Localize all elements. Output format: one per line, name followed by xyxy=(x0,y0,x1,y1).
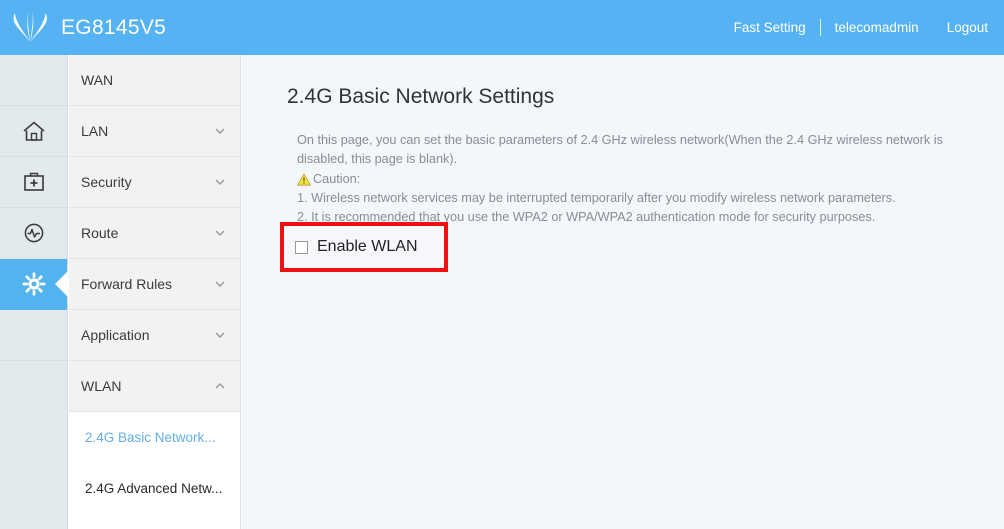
logout-link[interactable]: Logout xyxy=(947,20,988,35)
sidebar-item-wlan[interactable]: WLAN xyxy=(69,361,240,412)
rail-item-toolbox[interactable] xyxy=(0,157,67,208)
warning-triangle-icon xyxy=(297,173,311,186)
page-header: EG8145V5 Fast Setting telecomadmin Logou… xyxy=(0,0,1004,55)
header-separator xyxy=(819,19,821,36)
enable-wlan-label: Enable WLAN xyxy=(317,238,418,255)
header-actions: Fast Setting telecomadmin Logout xyxy=(734,0,988,55)
sidebar-item-forward-rules[interactable]: Forward Rules xyxy=(69,259,240,310)
sidebar-item-wan[interactable]: WAN xyxy=(69,55,240,106)
caution-item-1: 1. Wireless network services may be inte… xyxy=(297,191,896,205)
chevron-down-icon xyxy=(214,125,226,137)
pulse-circle-icon xyxy=(24,223,43,243)
enable-wlan-checkbox[interactable] xyxy=(295,240,308,254)
rail-item-settings[interactable] xyxy=(0,259,68,310)
rail-item-home[interactable] xyxy=(0,106,67,157)
wlan-submenu: 2.4G Basic Network... 2.4G Advanced Netw… xyxy=(69,412,240,514)
chevron-down-icon xyxy=(214,176,226,188)
sidebar-item-lan[interactable]: LAN xyxy=(69,106,240,157)
caution-label: Caution: xyxy=(313,172,361,186)
router-admin-page: EG8145V5 Fast Setting telecomadmin Logou… xyxy=(0,0,1004,529)
page-title: 2.4G Basic Network Settings xyxy=(287,85,555,108)
chevron-down-icon xyxy=(214,227,226,239)
sidebar-item-label: LAN xyxy=(81,123,109,139)
rail-item-diagnostics[interactable] xyxy=(0,208,67,259)
gear-icon xyxy=(22,272,45,296)
brand: EG8145V5 xyxy=(10,11,167,44)
huawei-flower-logo-icon xyxy=(13,11,47,42)
first-aid-kit-icon xyxy=(23,172,44,191)
active-indicator-arrow xyxy=(55,271,68,297)
caution-heading: Caution: xyxy=(297,170,962,189)
user-name: telecomadmin xyxy=(834,20,919,35)
sidebar-item-label: Forward Rules xyxy=(81,276,173,292)
sidebar-item-route[interactable]: Route xyxy=(69,208,240,259)
chevron-down-icon xyxy=(214,278,226,290)
enable-wlan-row[interactable]: Enable WLAN xyxy=(284,226,444,268)
rail-spacer xyxy=(0,55,67,106)
home-icon xyxy=(22,121,45,141)
chevron-down-icon xyxy=(214,329,226,341)
intro-text: On this page, you can set the basic para… xyxy=(297,131,962,227)
enable-wlan-highlight-box: Enable WLAN xyxy=(280,222,448,272)
sidebar-item-label: WAN xyxy=(81,72,114,88)
sidebar-item-label: WLAN xyxy=(81,378,122,394)
submenu-item-2g-basic-network[interactable]: 2.4G Basic Network... xyxy=(69,412,240,463)
sidebar-item-security[interactable]: Security xyxy=(69,157,240,208)
sidebar-item-label: Application xyxy=(81,327,150,343)
icon-rail xyxy=(0,55,68,529)
rail-spacer-bottom xyxy=(0,310,67,361)
fast-setting-link[interactable]: Fast Setting xyxy=(734,20,806,35)
chevron-up-icon xyxy=(214,380,226,392)
intro-line-1: On this page, you can set the basic para… xyxy=(297,133,943,166)
main-content: 2.4G Basic Network Settings On this page… xyxy=(242,55,1004,529)
submenu-item-2g-advanced-network[interactable]: 2.4G Advanced Netw... xyxy=(69,463,240,514)
brand-name: EG8145V5 xyxy=(61,15,167,39)
sidebar-item-label: Route xyxy=(81,225,119,241)
sidebar-item-application[interactable]: Application xyxy=(69,310,240,361)
sidebar-menu: WAN LAN Security Route Forward Rules App… xyxy=(69,55,241,529)
sidebar-item-label: Security xyxy=(81,174,132,190)
